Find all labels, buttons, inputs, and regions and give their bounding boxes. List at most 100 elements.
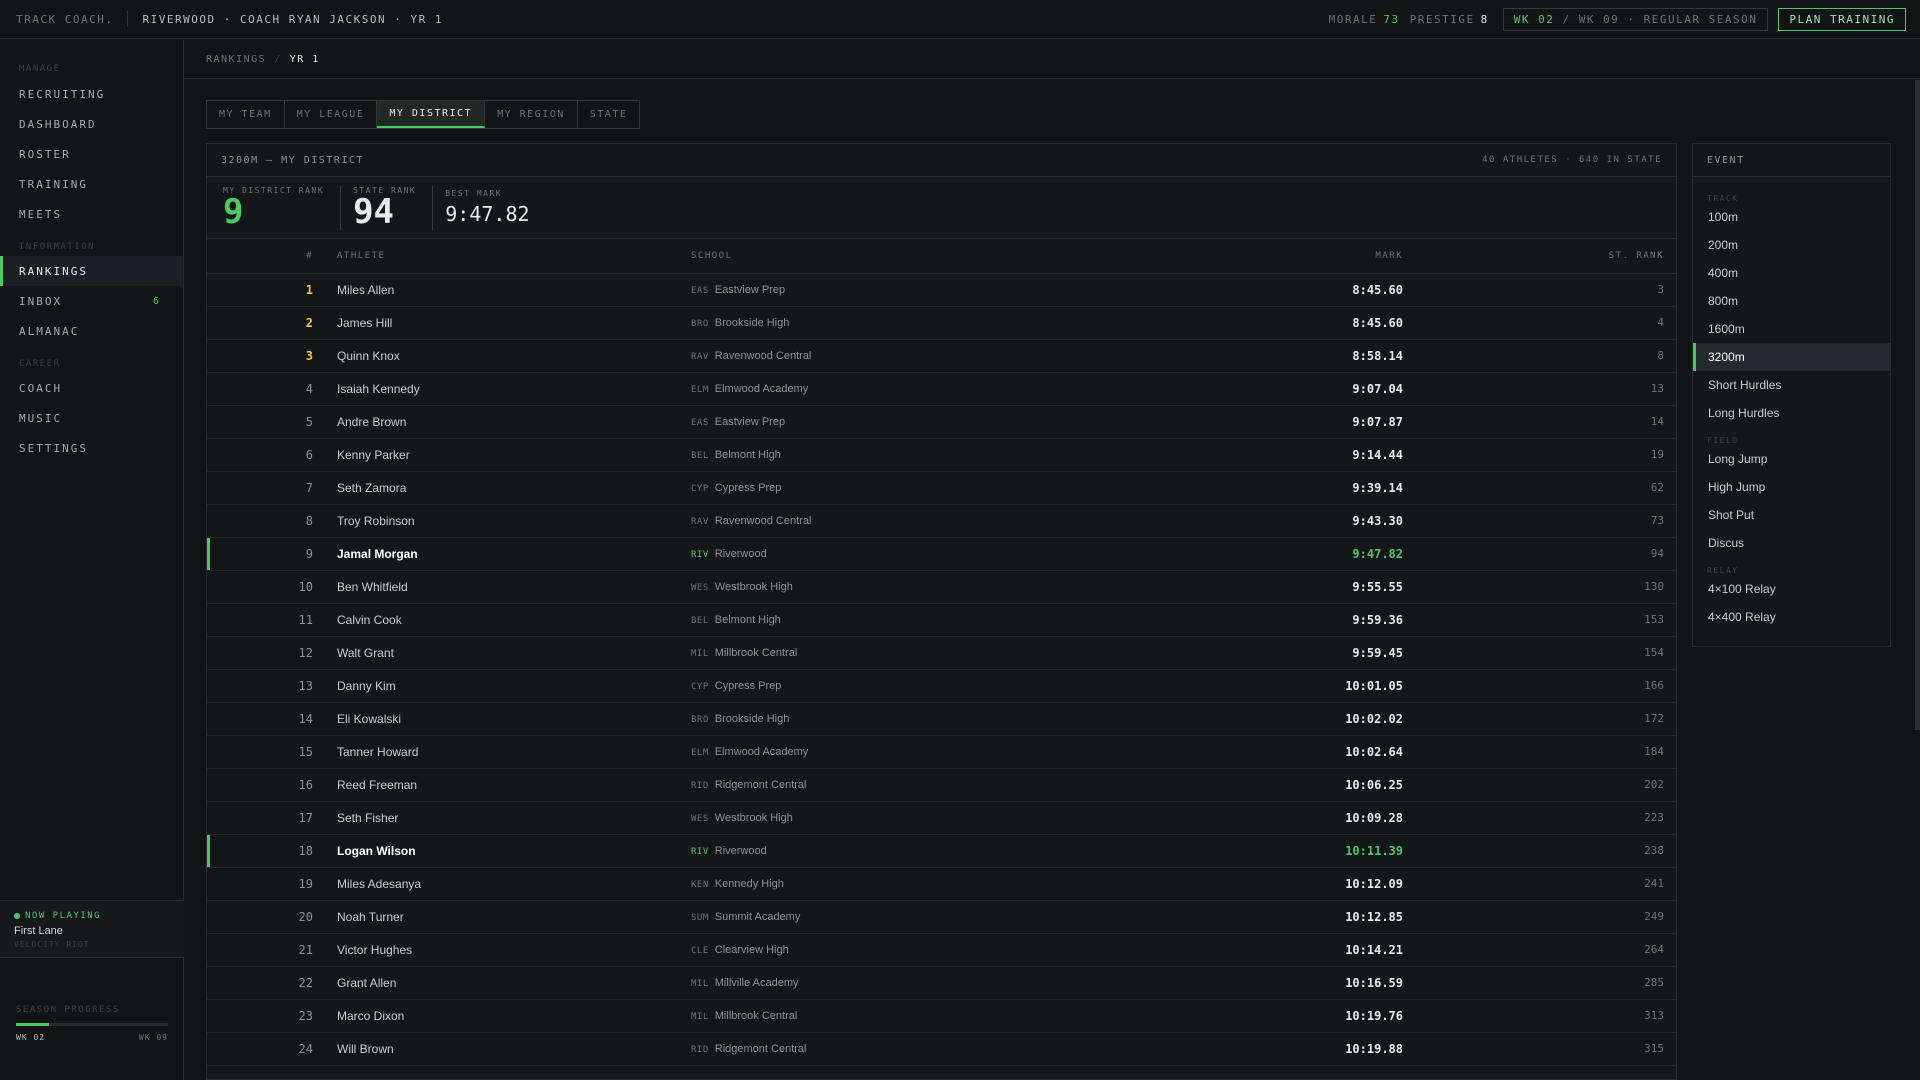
event-option[interactable]: Short Hurdles <box>1693 371 1890 399</box>
row-mark: 10:02.64 <box>1345 744 1403 759</box>
column-header-mark[interactable]: MARK <box>1181 239 1403 274</box>
row-athlete[interactable]: Ben Whitfield <box>325 570 691 603</box>
row-athlete[interactable]: Will Brown <box>325 1032 691 1065</box>
table-row[interactable]: 17 Seth Fisher WES Westbrook High 10:09.28 22… <box>207 801 1676 834</box>
tab-state[interactable]: STATE <box>578 101 640 128</box>
row-athlete[interactable]: Tanner Howard <box>325 735 691 768</box>
row-athlete[interactable]: Miles Adesanya <box>325 867 691 900</box>
event-option[interactable]: Shot Put <box>1693 501 1890 529</box>
table-row[interactable]: 3 Quinn Knox RAV Ravenwood Central 8:58.14 8 <box>207 339 1676 372</box>
sidebar-item-recruiting[interactable]: RECRUITING <box>0 79 183 109</box>
event-option[interactable]: High Jump <box>1693 473 1890 501</box>
school-abbr: BEL <box>691 450 709 461</box>
table-row[interactable]: 11 Calvin Cook BEL Belmont High 9:59.36 153 <box>207 603 1676 636</box>
event-selector-title: EVENT <box>1693 144 1890 177</box>
row-athlete[interactable]: Quinn Knox <box>325 339 691 372</box>
tab-my-team[interactable]: MY TEAM <box>207 101 285 128</box>
row-athlete[interactable]: Eli Kowalski <box>325 702 691 735</box>
event-option[interactable]: 1600m <box>1693 315 1890 343</box>
row-athlete[interactable]: Noah Turner <box>325 900 691 933</box>
event-option[interactable]: 800m <box>1693 287 1890 315</box>
column-header-rank[interactable]: # <box>207 239 325 274</box>
table-row[interactable]: 8 Troy Robinson RAV Ravenwood Central 9:43.3… <box>207 504 1676 537</box>
breadcrumb-root[interactable]: RANKINGS <box>206 54 266 65</box>
event-option[interactable]: 200m <box>1693 231 1890 259</box>
table-row[interactable]: 19 Miles Adesanya KEN Kennedy High 10:12.09 2… <box>207 867 1676 900</box>
column-header-athlete[interactable]: ATHLETE <box>325 239 691 274</box>
table-row[interactable]: 16 Reed Freeman RID Ridgemont Central 10:06.… <box>207 768 1676 801</box>
event-option[interactable]: Long Jump <box>1693 445 1890 473</box>
school-abbr: BEL <box>691 615 709 626</box>
prestige-label: PRESTIGE <box>1409 13 1475 26</box>
sidebar-item-settings[interactable]: SETTINGS <box>0 433 183 463</box>
now-playing-widget[interactable]: NOW PLAYING First Lane VELOCITY RIOT <box>0 900 184 958</box>
row-athlete[interactable]: Miles Allen <box>325 273 691 306</box>
tab-my-region[interactable]: MY REGION <box>485 101 578 128</box>
sidebar-item-roster[interactable]: ROSTER <box>0 139 183 169</box>
sidebar-item-meets[interactable]: MEETS <box>0 199 183 229</box>
column-header-school[interactable]: SCHOOL <box>691 239 1181 274</box>
table-row[interactable]: 15 Tanner Howard ELM Elmwood Academy 10:02.6… <box>207 735 1676 768</box>
page-scrollbar[interactable] <box>1915 80 1920 730</box>
row-rank: 7 <box>305 480 313 495</box>
row-athlete[interactable]: Logan Wilson <box>325 834 691 867</box>
plan-training-button[interactable]: PLAN TRAINING <box>1778 8 1906 31</box>
row-athlete[interactable]: Seth Fisher <box>325 801 691 834</box>
row-athlete[interactable]: James Hill <box>325 306 691 339</box>
season-progress: SEASON PROGRESS WK 02 WK 09 <box>0 1005 184 1042</box>
event-option[interactable]: 100m <box>1693 203 1890 231</box>
table-row[interactable]: 2 James Hill BRO Brookside High 8:45.60 4 <box>207 306 1676 339</box>
table-row[interactable]: 23 Marco Dixon MIL Millbrook Central 10:19.7… <box>207 999 1676 1032</box>
event-option[interactable]: Long Hurdles <box>1693 399 1890 427</box>
row-athlete[interactable]: Kenny Parker <box>325 438 691 471</box>
table-row[interactable]: 18 Logan Wilson RIV Riverwood 10:11.39 238 <box>207 834 1676 867</box>
sidebar-item-rankings[interactable]: RANKINGS <box>0 256 183 286</box>
sidebar-item-almanac[interactable]: ALMANAC <box>0 316 183 346</box>
sidebar-item-training[interactable]: TRAINING <box>0 169 183 199</box>
table-row[interactable]: 22 Grant Allen MIL Millville Academy 10:16.5… <box>207 966 1676 999</box>
table-row[interactable]: 9 Jamal Morgan RIV Riverwood 9:47.82 94 <box>207 537 1676 570</box>
row-athlete[interactable]: Troy Robinson <box>325 504 691 537</box>
row-athlete[interactable]: Isaiah Kennedy <box>325 372 691 405</box>
sidebar-item-inbox[interactable]: INBOX 6 <box>0 286 183 316</box>
school-abbr: MIL <box>691 1011 709 1022</box>
event-option[interactable]: 3200m <box>1693 343 1890 371</box>
row-athlete[interactable]: Victor Hughes <box>325 933 691 966</box>
table-row[interactable]: 5 Andre Brown EAS Eastview Prep 9:07.87 14 <box>207 405 1676 438</box>
row-athlete[interactable]: Andre Brown <box>325 405 691 438</box>
row-athlete[interactable]: Marco Dixon <box>325 999 691 1032</box>
table-row[interactable]: 13 Danny Kim CYP Cypress Prep 10:01.05 166 <box>207 669 1676 702</box>
event-option[interactable]: Discus <box>1693 529 1890 557</box>
row-athlete[interactable]: Calvin Cook <box>325 603 691 636</box>
row-athlete[interactable]: Danny Kim <box>325 669 691 702</box>
table-row[interactable]: 4 Isaiah Kennedy ELM Elmwood Academy 9:07.04… <box>207 372 1676 405</box>
table-row[interactable]: 1 Miles Allen EAS Eastview Prep 8:45.60 3 <box>207 273 1676 306</box>
table-row[interactable]: 21 Victor Hughes CLE Clearview High 10:14.21… <box>207 933 1676 966</box>
sidebar-item-dashboard[interactable]: DASHBOARD <box>0 109 183 139</box>
tab-my-league[interactable]: MY LEAGUE <box>285 101 378 128</box>
sidebar-item-music[interactable]: MUSIC <box>0 403 183 433</box>
sidebar-item-coach[interactable]: COACH <box>0 373 183 403</box>
row-athlete[interactable]: Seth Zamora <box>325 471 691 504</box>
table-row[interactable]: 24 Will Brown RID Ridgemont Central 10:19.88… <box>207 1032 1676 1065</box>
table-row[interactable]: 6 Kenny Parker BEL Belmont High 9:14.44 19 <box>207 438 1676 471</box>
week-remainder: / WK 09 · REGULAR SEASON <box>1554 13 1758 26</box>
scope-tabs: MY TEAM MY LEAGUE MY DISTRICT MY REGION … <box>206 100 641 129</box>
table-row[interactable]: 7 Seth Zamora CYP Cypress Prep 9:39.14 62 <box>207 471 1676 504</box>
event-option[interactable]: 4×100 Relay <box>1693 575 1890 603</box>
row-mark: 10:06.25 <box>1345 777 1403 792</box>
row-athlete[interactable]: Jamal Morgan <box>325 537 691 570</box>
breadcrumb-current: YR 1 <box>289 53 320 65</box>
table-row[interactable]: 10 Ben Whitfield WES Westbrook High 9:55.55 1… <box>207 570 1676 603</box>
tab-my-district[interactable]: MY DISTRICT <box>377 101 486 128</box>
table-row[interactable]: 12 Walt Grant MIL Millbrook Central 9:59.45 1… <box>207 636 1676 669</box>
row-athlete[interactable]: Walt Grant <box>325 636 691 669</box>
table-row[interactable]: 14 Eli Kowalski BRO Brookside High 10:02.02 1… <box>207 702 1676 735</box>
row-athlete[interactable]: Grant Allen <box>325 966 691 999</box>
row-athlete[interactable]: Reed Freeman <box>325 768 691 801</box>
table-row[interactable]: 20 Noah Turner SUM Summit Academy 10:12.85 24… <box>207 900 1676 933</box>
column-header-state-rank[interactable]: ST. RANK <box>1403 239 1676 274</box>
event-option[interactable]: 4×400 Relay <box>1693 603 1890 631</box>
breadcrumb-separator: / <box>274 53 282 65</box>
event-option[interactable]: 400m <box>1693 259 1890 287</box>
